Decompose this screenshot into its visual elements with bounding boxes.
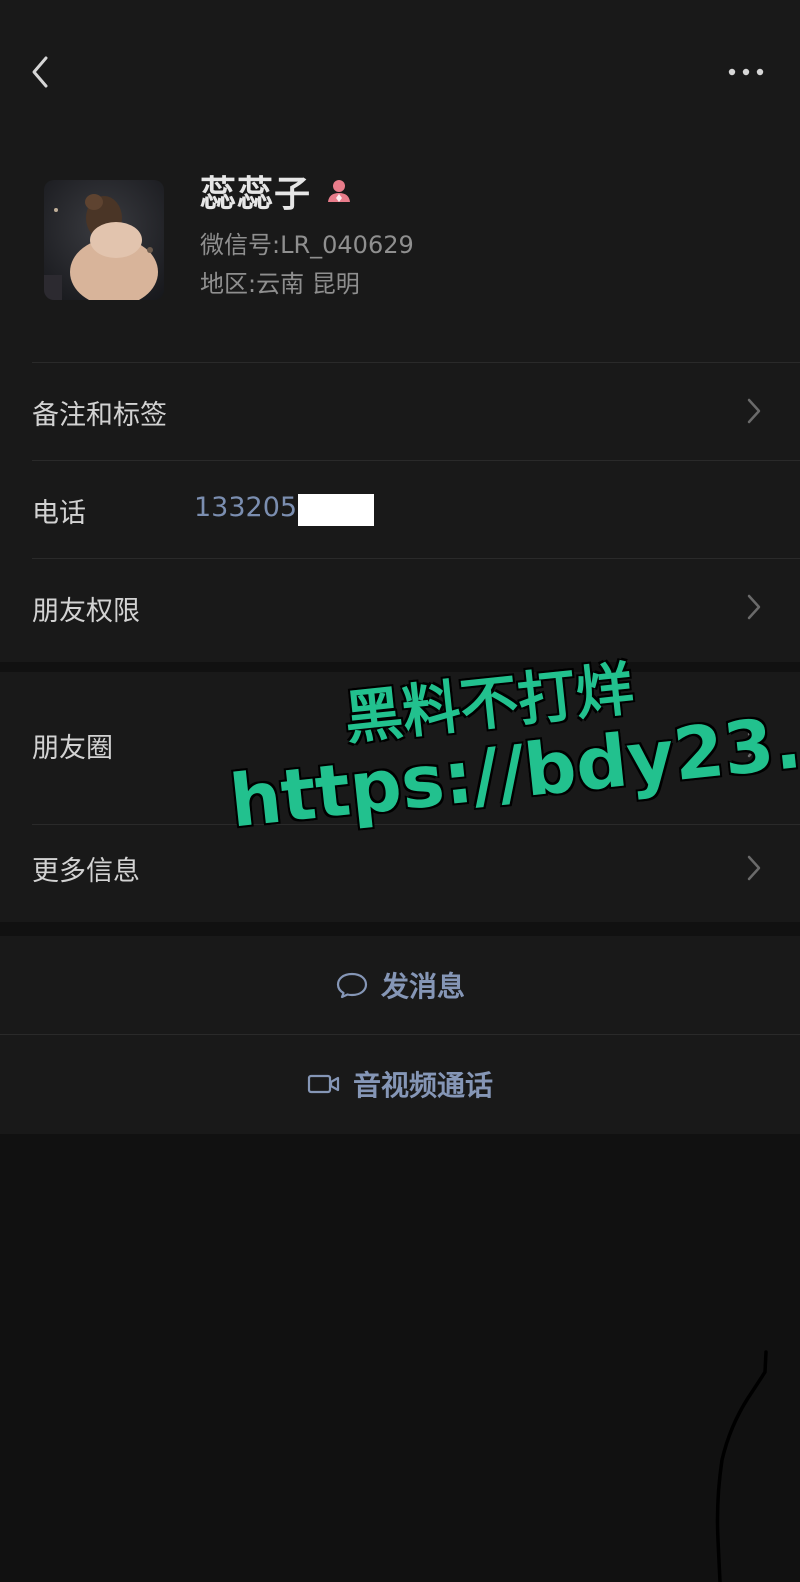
chevron-right-icon xyxy=(747,732,761,758)
send-message-button[interactable]: 发消息 xyxy=(0,936,800,1034)
more-horizontal-icon[interactable] xyxy=(726,60,766,84)
chevron-right-icon xyxy=(747,594,761,620)
redaction-box xyxy=(298,494,374,526)
chat-bubble-icon xyxy=(336,972,368,999)
phone-number[interactable]: 133205 xyxy=(194,492,297,523)
more-info-label: 更多信息 xyxy=(32,856,140,887)
permissions-label: 朋友权限 xyxy=(32,596,140,627)
avatar[interactable] xyxy=(44,180,164,300)
remarks-and-tags-row[interactable]: 备注和标签 xyxy=(0,363,800,459)
video-camera-icon xyxy=(307,1074,340,1094)
call-label: 音视频通话 xyxy=(352,1069,493,1102)
friend-permissions-row[interactable]: 朋友权限 xyxy=(0,559,800,657)
female-icon xyxy=(328,180,351,202)
profile-name-row: 蕊蕊子 xyxy=(200,167,353,215)
remarks-label: 备注和标签 xyxy=(32,400,167,431)
moments-label: 朋友圈 xyxy=(32,733,113,764)
audio-video-call-button[interactable]: 音视频通话 xyxy=(0,1035,800,1133)
wechat-id: 微信号:LR_040629 xyxy=(200,231,414,259)
moments-row[interactable]: 朋友圈 xyxy=(0,672,800,822)
chevron-right-icon xyxy=(747,855,761,881)
phone-row: 电话 xyxy=(0,461,800,557)
moments-section: 朋友圈 更多信息 xyxy=(0,672,800,922)
profile-name: 蕊蕊子 xyxy=(200,174,312,215)
chevron-left-icon[interactable] xyxy=(26,54,58,90)
pen-scribble xyxy=(715,1350,768,1582)
region: 地区:云南 昆明 xyxy=(200,270,360,298)
phone-label: 电话 xyxy=(32,498,86,529)
more-info-row[interactable]: 更多信息 xyxy=(0,825,800,922)
send-message-label: 发消息 xyxy=(380,970,465,1003)
chevron-right-icon xyxy=(747,398,761,424)
actions-section: 发消息 音视频通话 xyxy=(0,936,800,1134)
